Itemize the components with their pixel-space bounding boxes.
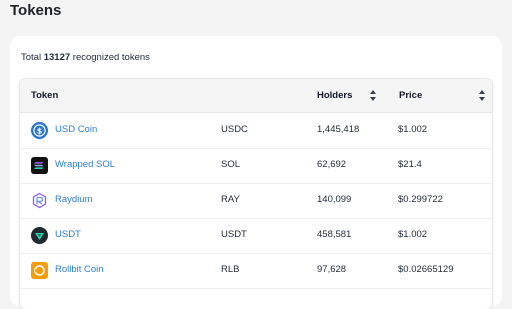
token-symbol: RAY xyxy=(221,194,240,205)
token-holders: 97,628 xyxy=(317,264,347,275)
wrapped-sol-icon xyxy=(31,157,48,174)
token-price: $0.02665129 xyxy=(398,264,454,275)
token-holders: 140,099 xyxy=(317,194,352,205)
token-symbol: USDC xyxy=(221,124,248,135)
rollbit-icon xyxy=(31,262,48,279)
summary-suffix: recognized tokens xyxy=(72,52,150,63)
token-price: $21.4 xyxy=(398,159,422,170)
token-holders: 458,581 xyxy=(317,229,352,240)
usd-coin-icon: $ xyxy=(31,122,48,139)
svg-text:$: $ xyxy=(37,126,43,135)
token-count: 13127 xyxy=(43,52,71,63)
column-header-price[interactable]: Price xyxy=(399,90,422,101)
token-price: $0.299722 xyxy=(398,194,443,205)
table-row: USDT USDT 458,581 $1.002 xyxy=(20,218,492,254)
holders-sort-icon[interactable] xyxy=(370,90,376,101)
table-header: Token Holders Price xyxy=(20,79,492,113)
column-header-token: Token xyxy=(31,90,59,101)
usdt-icon xyxy=(31,227,48,244)
token-name-link[interactable]: Wrapped SOL xyxy=(55,159,115,170)
token-holders: 1,445,418 xyxy=(317,124,360,135)
column-header-holders[interactable]: Holders xyxy=(317,90,352,101)
table-row: Rollbit Coin RLB 97,628 $0.02665129 xyxy=(20,253,492,289)
token-holders: 62,692 xyxy=(317,159,347,170)
table-row: Raydium RAY 140,099 $0.299722 xyxy=(20,183,492,219)
token-name-link[interactable]: Raydium xyxy=(55,194,93,205)
token-name-link[interactable]: USD Coin xyxy=(55,124,97,135)
table-row: $ USD Coin USDC 1,445,418 $1.002 xyxy=(20,113,492,149)
price-sort-icon[interactable] xyxy=(479,90,485,101)
token-price: $1.002 xyxy=(398,124,428,135)
token-name-link[interactable]: USDT xyxy=(55,229,81,240)
token-symbol: SOL xyxy=(221,159,241,170)
page-title: Tokens xyxy=(10,2,62,19)
table-row: Wrapped SOL SOL 62,692 $21.4 xyxy=(20,148,492,184)
token-name-link[interactable]: Rollbit Coin xyxy=(55,264,104,275)
token-symbol: USDT xyxy=(221,229,247,240)
raydium-icon xyxy=(32,192,47,209)
summary-prefix: Total xyxy=(21,52,42,63)
token-price: $1.002 xyxy=(398,229,428,240)
token-count-summary: Total 13127 recognized tokens xyxy=(21,52,150,63)
tokens-card: Total 13127 recognized tokens Token Hold… xyxy=(10,36,502,309)
token-symbol: RLB xyxy=(221,264,240,275)
tokens-table: Token Holders Price $ USD Coin USDC 1,44… xyxy=(20,79,492,309)
